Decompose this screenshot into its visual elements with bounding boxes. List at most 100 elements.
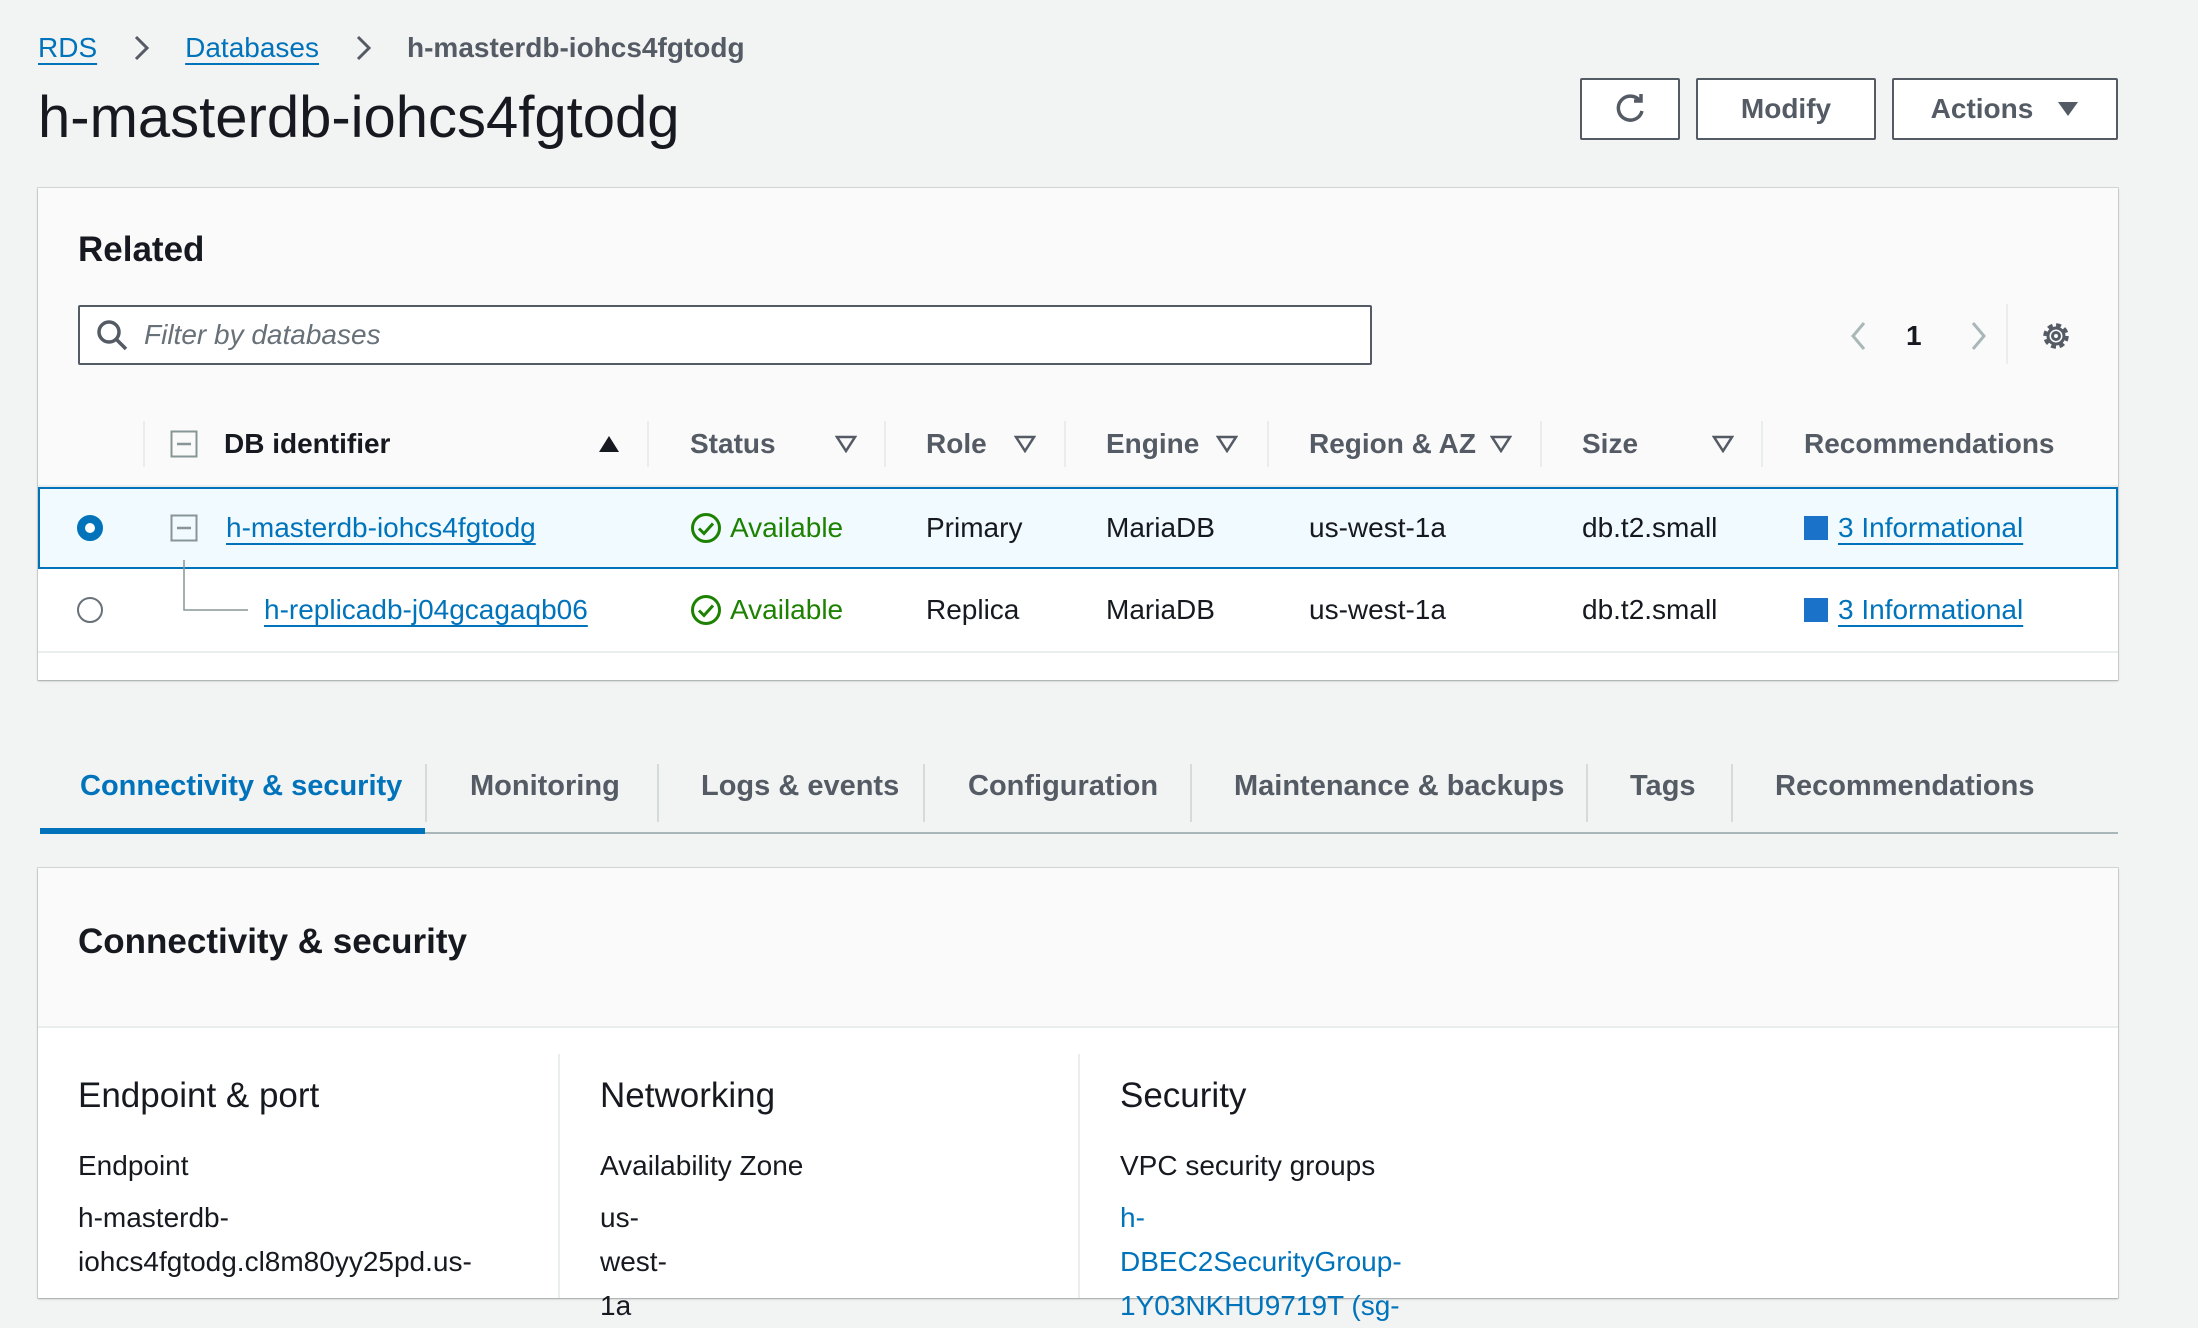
row-select-radio[interactable] — [77, 515, 103, 541]
status-text: Available — [730, 512, 844, 543]
availability-zone-label: Availability Zone — [600, 1150, 804, 1181]
informational-square-icon — [1804, 516, 1828, 540]
db-identifier-link[interactable]: h-masterdb-iohcs4fgtodg — [226, 512, 536, 544]
check-circle-icon — [691, 595, 721, 625]
chevron-right-icon — [356, 35, 372, 61]
row-radio-cell — [77, 569, 103, 651]
column-header-recommendations[interactable]: Recommendations — [1804, 403, 2055, 485]
gear-icon[interactable] — [2038, 318, 2074, 354]
connectivity-security-panel: Connectivity & security Endpoint & port … — [38, 868, 2118, 1321]
refresh-icon — [1616, 94, 1644, 122]
next-page-icon[interactable] — [1962, 318, 1994, 354]
tab-divider — [657, 764, 659, 822]
sort-icon[interactable] — [1216, 435, 1238, 453]
previous-page-icon[interactable] — [1843, 318, 1875, 354]
breadcrumb-rds-link[interactable]: RDS — [38, 32, 97, 64]
filter-databases-input[interactable] — [130, 306, 1370, 364]
page-title: h-masterdb-iohcs4fgtodg — [38, 85, 680, 150]
actions-label: Actions — [1930, 93, 2034, 124]
tree-collapse-cell — [170, 487, 198, 569]
column-header-db-identifier[interactable]: DB identifier — [170, 403, 390, 485]
vpc-security-groups-label: VPC security groups — [1120, 1150, 1376, 1181]
column-header-region-az[interactable]: Region & AZ — [1309, 403, 1476, 485]
tab-tags[interactable]: Tags — [1630, 740, 1696, 832]
column-label: DB identifier — [224, 428, 391, 459]
db-identifier-link[interactable]: h-replicadb-j04gcagaqb06 — [264, 594, 588, 626]
pager-divider — [2006, 304, 2008, 364]
status-text: Available — [730, 594, 844, 625]
recommendations-link[interactable]: 3 Informational — [1838, 594, 2023, 626]
tab-maintenance-backups[interactable]: Maintenance & backups — [1234, 740, 1564, 832]
sort-icon[interactable] — [1014, 435, 1036, 453]
engine-cell: MariaDB — [1106, 512, 1215, 543]
tab-divider — [1586, 764, 1588, 822]
recommendations-link[interactable]: 3 Informational — [1838, 512, 2023, 544]
availability-zone-value: us-west-1a — [600, 1202, 667, 1321]
security-group-line2: 1Y03NKHU9719T (sg- — [1120, 1290, 1400, 1321]
status-cell: Available — [690, 569, 843, 651]
column-header-status[interactable]: Status — [690, 403, 776, 485]
collapse-icon[interactable] — [170, 514, 198, 542]
endpoint-value-line1: h-masterdb- — [78, 1202, 229, 1233]
tab-divider — [923, 764, 925, 822]
collapse-all-icon[interactable] — [170, 430, 198, 458]
endpoint-value: h-masterdb- iohcs4fgtodg.cl8m80yy25pd.us… — [78, 1196, 472, 1284]
current-page-number[interactable]: 1 — [1906, 320, 1922, 352]
column-divider — [143, 421, 145, 467]
breadcrumb-databases-link[interactable]: Databases — [185, 32, 319, 64]
actions-dropdown-button[interactable]: Actions — [1892, 78, 2118, 140]
breadcrumb: RDS Databases h-masterdb-iohcs4fgtodg — [38, 28, 745, 68]
tab-recommendations[interactable]: Recommendations — [1775, 740, 2034, 832]
recommendations-cell: 3 Informational — [1804, 569, 2023, 651]
modify-button[interactable]: Modify — [1696, 78, 1876, 140]
sort-icon[interactable] — [1712, 435, 1734, 453]
region-cell: us-west-1a — [1309, 594, 1446, 625]
sort-icon[interactable] — [1490, 435, 1512, 453]
tab-connectivity-security[interactable]: Connectivity & security — [80, 740, 402, 832]
endpoint-label: Endpoint — [78, 1150, 189, 1181]
sort-icon[interactable] — [835, 435, 857, 453]
vpc-security-group-link[interactable]: h-DBEC2SecurityGroup- 1Y03NKHU9719T (sg- — [1120, 1196, 1402, 1328]
chevron-right-icon — [135, 35, 150, 61]
caret-down-icon — [2058, 102, 2079, 116]
column-divider — [1064, 421, 1066, 467]
search-icon — [97, 320, 128, 351]
security-group-line1: h-DBEC2SecurityGroup- — [1120, 1202, 1402, 1277]
recommendations-cell: 3 Informational — [1804, 487, 2023, 569]
endpoint-value-line2: iohcs4fgtodg.cl8m80yy25pd.us- — [78, 1246, 472, 1277]
column-divider — [1761, 421, 1763, 467]
column-header-size[interactable]: Size — [1582, 403, 1638, 485]
role-cell: Replica — [926, 594, 1020, 625]
sort-ascending-icon[interactable] — [598, 435, 620, 453]
detail-tabs: Connectivity & security Monitoring Logs … — [40, 740, 2118, 834]
table-row[interactable]: h-masterdb-iohcs4fgtodg Available Primar… — [38, 487, 2118, 569]
refresh-button[interactable] — [1580, 78, 1680, 140]
security-heading: Security — [1120, 1076, 1247, 1115]
column-divider — [1078, 1054, 1080, 1298]
connectivity-title: Connectivity & security — [78, 922, 467, 961]
status-cell: Available — [690, 487, 843, 569]
networking-heading: Networking — [600, 1076, 776, 1115]
tab-divider — [1731, 764, 1733, 822]
role-cell: Primary — [926, 512, 1023, 543]
size-cell: db.t2.small — [1582, 512, 1718, 543]
endpoint-port-heading: Endpoint & port — [78, 1076, 320, 1115]
column-divider — [558, 1054, 560, 1298]
tab-divider — [1190, 764, 1192, 822]
related-panel: Related 1 DB identifier Status Role — [38, 188, 2118, 680]
column-divider — [1540, 421, 1542, 467]
tab-configuration[interactable]: Configuration — [968, 740, 1158, 832]
breadcrumb-current: h-masterdb-iohcs4fgtodg — [407, 32, 745, 63]
filter-search-box — [78, 305, 1372, 365]
tab-logs-events[interactable]: Logs & events — [701, 740, 899, 832]
informational-square-icon — [1804, 598, 1828, 622]
table-row[interactable]: h-replicadb-j04gcagaqb06 Available Repli… — [38, 569, 2118, 653]
column-header-role[interactable]: Role — [926, 403, 987, 485]
connectivity-header: Connectivity & security — [38, 868, 2118, 1028]
related-title: Related — [78, 230, 205, 269]
active-tab-indicator — [40, 828, 425, 834]
tab-monitoring[interactable]: Monitoring — [470, 740, 620, 832]
row-select-radio[interactable] — [77, 597, 103, 623]
column-header-engine[interactable]: Engine — [1106, 403, 1199, 485]
check-circle-icon — [691, 513, 721, 543]
